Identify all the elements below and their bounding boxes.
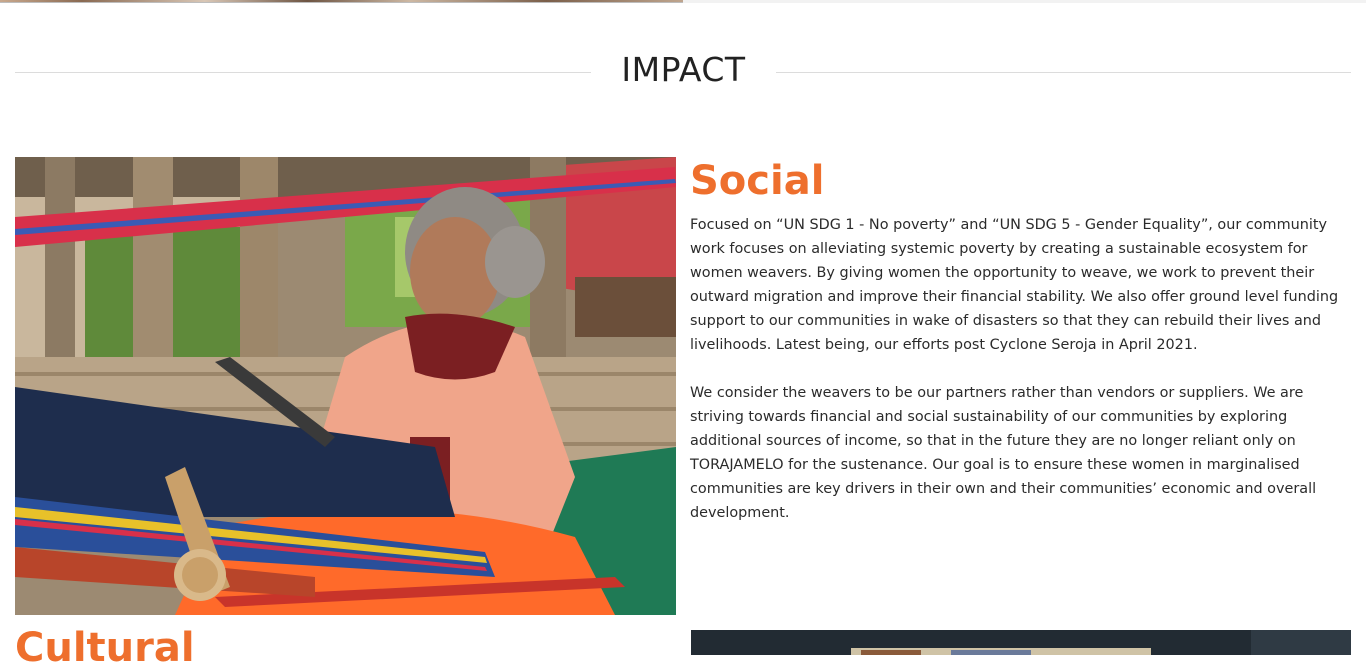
textile-photo (691, 630, 1351, 655)
previous-section-image-edge (0, 0, 1366, 3)
weaver-photo (15, 157, 676, 615)
previous-image-border (0, 2, 683, 3)
impact-section-header: IMPACT (15, 40, 1351, 100)
heading-divider-left (15, 72, 591, 73)
social-paragraph-1: Focused on “UN SDG 1 - No poverty” and “… (690, 217, 1339, 353)
social-description: Focused on “UN SDG 1 - No poverty” and “… (690, 213, 1352, 549)
cultural-title: Cultural (15, 625, 195, 671)
social-title: Social (690, 158, 825, 204)
heading-divider-right (776, 72, 1351, 73)
textile-photo-illustration (691, 630, 1351, 655)
social-paragraph-2: We consider the weavers to be our partne… (690, 385, 1317, 521)
impact-heading: IMPACT (621, 50, 746, 89)
weaver-photo-illustration (15, 157, 676, 615)
